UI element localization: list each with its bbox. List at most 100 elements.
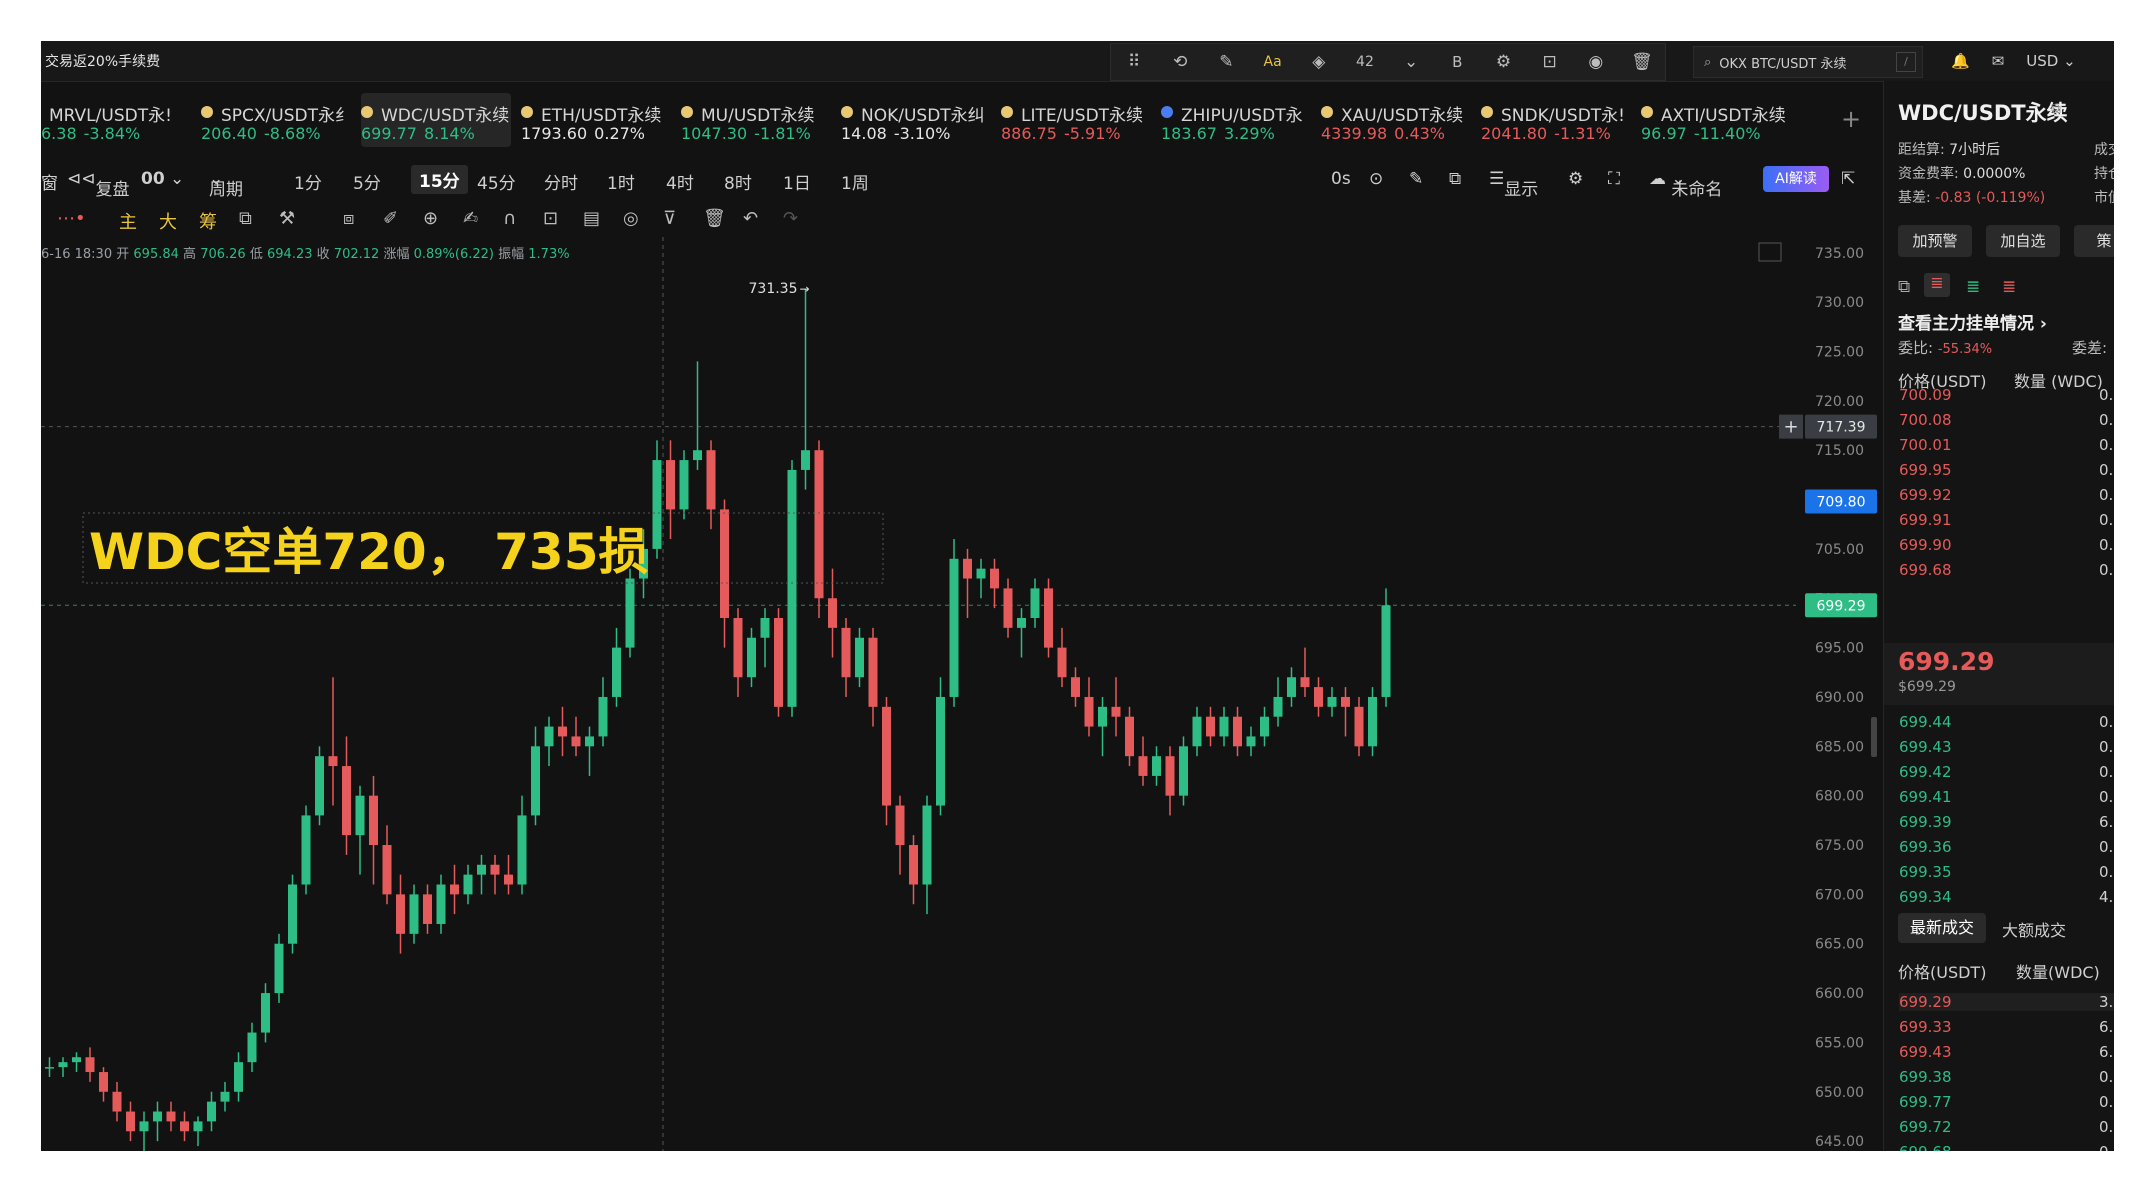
interval-7[interactable]: 8时 <box>724 169 752 194</box>
fullscreen-icon[interactable]: ⛶ <box>1608 169 1620 189</box>
ask-row[interactable]: 700.090.6 <box>1899 386 2114 404</box>
layout-select[interactable]: ☁ 未命名 ⌄ <box>1649 169 1722 200</box>
add-watchlist-button[interactable]: 加自选 <box>1986 225 2060 257</box>
ask-row[interactable]: 700.080.2 <box>1899 411 2114 429</box>
ticker-tab[interactable]: ZHIPU/USDT永 183.67 3.29% <box>1161 93 1311 147</box>
candle <box>585 726 594 776</box>
trash-icon[interactable]: 🗑 <box>703 208 726 229</box>
orderbook-asks-icon[interactable]: ≣ <box>2002 277 2016 297</box>
paint-icon[interactable]: ◈ <box>1296 44 1342 80</box>
settings-icon[interactable]: ⚙ <box>1568 169 1583 189</box>
interval-6[interactable]: 4时 <box>666 169 694 194</box>
indicator-toggle-icon[interactable]: 𝟬𝟬 ⌄ <box>141 169 184 189</box>
undo-icon[interactable]: ↶ <box>743 208 758 229</box>
bid-row[interactable]: 699.430.0 <box>1899 738 2114 756</box>
bell-icon[interactable]: 🔔 <box>1951 52 1970 70</box>
eye-icon[interactable]: ◉ <box>1573 44 1619 80</box>
brush-icon[interactable]: ✍ <box>463 208 478 229</box>
layer-icon[interactable]: ⧈ <box>343 208 354 229</box>
orderbook-both-icon[interactable]: ≣ <box>1924 273 1950 297</box>
interval-9[interactable]: 1周 <box>841 169 869 194</box>
ticker-tab[interactable]: ETH/USDT永续 1793.60 0.27% <box>521 93 671 147</box>
price-chart[interactable]: 735.00730.00725.00720.00715.00710.00705.… <box>41 237 1877 1151</box>
lock-icon[interactable]: ⊡ <box>1527 44 1573 80</box>
interval-2[interactable]: 15分 <box>411 165 468 194</box>
grip-icon[interactable]: ⠿ <box>1111 44 1157 80</box>
window-button[interactable]: 窗 <box>41 169 58 194</box>
ask-row[interactable]: 699.950.2 <box>1899 461 2114 479</box>
ticker-tab[interactable]: MRVL/USDT永! 6.38 -3.84% <box>41 93 172 147</box>
main-orders-link[interactable]: 查看主力挂单情况 › <box>1898 309 2047 334</box>
bid-row[interactable]: 699.344.3 <box>1899 888 2114 906</box>
bid-row[interactable]: 699.410.2 <box>1899 788 2114 806</box>
pen-icon[interactable]: ✎ <box>1409 169 1423 189</box>
magnet-icon[interactable]: ∩ <box>503 208 516 229</box>
trash-icon[interactable]: 🗑 <box>1619 44 1665 80</box>
search-input[interactable]: OKX BTC/USDT 永续 <box>1719 53 1846 72</box>
text-style-icon[interactable]: Aa <box>1250 44 1296 80</box>
ticker-tab[interactable]: NOK/USDT永纠 14.08 -3.10% <box>841 93 991 147</box>
interval-5[interactable]: 1时 <box>607 169 635 194</box>
interval-8[interactable]: 1日 <box>783 169 811 194</box>
cursor-icon[interactable]: ⟲ <box>1157 44 1203 80</box>
ticker-tab[interactable]: SNDK/USDT永! 2041.80 -1.31% <box>1481 93 1631 147</box>
ticker-tab[interactable]: AXTI/USDT永续 96.97 -11.40% <box>1641 93 1791 147</box>
tool-icon[interactable]: ⚒ <box>279 208 295 229</box>
share-icon[interactable]: ⇱ <box>1841 169 1855 189</box>
replay-button[interactable]: ⊲⊲ 复盘 <box>67 169 130 200</box>
copy-icon[interactable]: ⧉ <box>239 208 252 229</box>
bid-row[interactable]: 699.440.1 <box>1899 713 2114 731</box>
main-indicator-button[interactable]: 主 <box>119 208 137 234</box>
bid-row[interactable]: 699.360.7 <box>1899 838 2114 856</box>
bold-button[interactable]: B <box>1434 44 1480 80</box>
zoom-icon[interactable]: ⊕ <box>423 208 438 229</box>
font-size-value[interactable]: 42 <box>1342 44 1388 80</box>
filter-icon[interactable]: ⊽ <box>663 208 676 229</box>
ticker-tab[interactable]: MU/USDT永续 1047.30 -1.81% <box>681 93 831 147</box>
chevron-down-icon[interactable]: ⌄ <box>1388 44 1434 80</box>
big-order-button[interactable]: 大 <box>159 208 177 234</box>
bid-row[interactable]: 699.420.0 <box>1899 763 2114 781</box>
mail-icon[interactable]: ✉ <box>1992 52 2005 70</box>
orderbook-bids-icon[interactable]: ≣ <box>1966 277 1980 297</box>
ask-row[interactable]: 699.920.0 <box>1899 486 2114 504</box>
redo-icon[interactable]: ↷ <box>783 208 798 229</box>
bid-row[interactable]: 699.350.0 <box>1899 863 2114 881</box>
tab-large-trades[interactable]: 大额成交 <box>2002 917 2066 941</box>
search-box[interactable]: ⌕ OKX BTC/USDT 永续 / <box>1693 46 1923 78</box>
period-select[interactable]: 周期 ⌄ <box>209 169 243 200</box>
ruler-icon[interactable]: ✐ <box>383 208 398 229</box>
ask-row[interactable]: 699.910.0 <box>1899 511 2114 529</box>
ask-row[interactable]: 700.010.0 <box>1899 436 2114 454</box>
hide-icon[interactable]: ◎ <box>623 208 639 229</box>
interval-1[interactable]: 5分 <box>353 169 381 194</box>
ticker-tab[interactable]: SPCX/USDT永纟 206.40 -8.68% <box>201 93 352 147</box>
lock-icon[interactable]: ⊡ <box>543 208 558 229</box>
bid-row[interactable]: 699.396.5 <box>1899 813 2114 831</box>
interval-0[interactable]: 1分 <box>294 169 322 194</box>
settings-icon[interactable]: ⚙ <box>1480 44 1526 80</box>
interval-3[interactable]: 45分 <box>477 169 516 194</box>
note-icon[interactable]: ▤ <box>583 208 600 229</box>
tab-latest-trades[interactable]: 最新成交 <box>1898 913 1986 943</box>
ask-row[interactable]: 699.680.1 <box>1899 561 2114 579</box>
orderbook-mode-icon[interactable]: ⧉ <box>1898 277 1910 297</box>
window-icon[interactable]: ⧉ <box>1449 169 1461 189</box>
ticker-tab[interactable]: XAU/USDT永续 4339.98 0.43% <box>1321 93 1471 147</box>
interval-4[interactable]: 分时 <box>544 169 578 194</box>
ticker-tab[interactable]: WDC/USDT永续 699.77 8.14% <box>361 93 511 147</box>
promo-banner[interactable]: 交易返20%手续费 <box>45 51 160 71</box>
marker-icon[interactable]: ⋯• <box>57 208 86 229</box>
popout-icon[interactable]: ⧉ <box>2051 101 2061 117</box>
display-button[interactable]: ☰ 显示 <box>1489 169 1538 200</box>
edit-icon[interactable]: ✎ <box>1203 44 1249 80</box>
add-tab-button[interactable]: + <box>1841 105 1861 133</box>
camera-icon[interactable]: ⊙ <box>1369 169 1383 189</box>
ask-row[interactable]: 699.900.1 <box>1899 536 2114 554</box>
currency-select[interactable]: USD ⌄ <box>2026 52 2075 70</box>
ai-interpret-button[interactable]: AI解读 <box>1763 166 1829 192</box>
ticker-tab[interactable]: LITE/USDT永续 886.75 -5.91% <box>1001 93 1151 147</box>
add-alert-button[interactable]: 加预警 <box>1898 225 1972 257</box>
strategy-button[interactable]: 策 <box>2074 225 2114 257</box>
chips-button[interactable]: 筹 <box>199 208 217 234</box>
